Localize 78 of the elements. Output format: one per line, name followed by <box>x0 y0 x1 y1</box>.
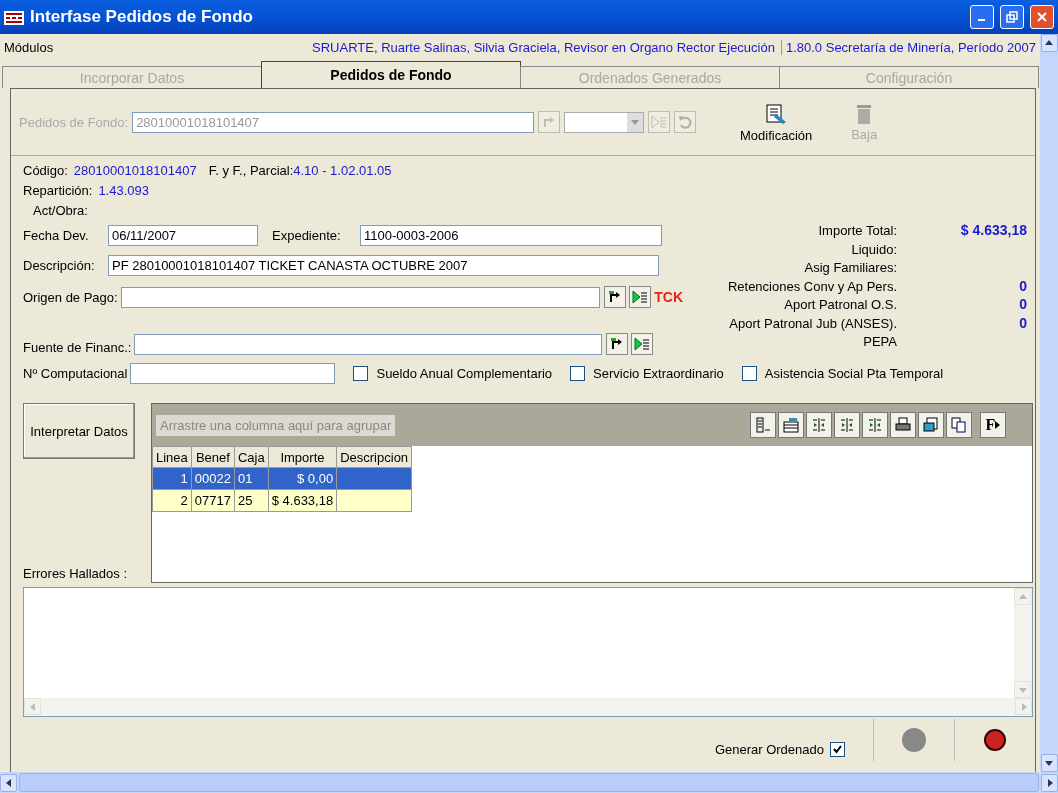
checkbox[interactable] <box>830 742 845 757</box>
origin-tag: TCK <box>654 289 683 305</box>
total-label: Asig Familiares: <box>803 259 897 277</box>
checkbox[interactable] <box>741 365 757 381</box>
column-header[interactable]: Descripcion <box>336 446 412 468</box>
partial-value: 4.10 - 1.02.01.05 <box>293 162 392 178</box>
caret-icon[interactable] <box>995 421 1001 429</box>
interpret-button[interactable]: Interpretar Datos <box>23 403 135 459</box>
checkbox[interactable] <box>353 365 369 381</box>
checkbox[interactable] <box>570 365 586 381</box>
total-value: $ 4.633,18 <box>959 222 1027 240</box>
description-field[interactable]: PF 28010001018101407 TICKET CANASTA OCTUBRE 2007 <box>108 254 659 276</box>
close-button[interactable] <box>1030 5 1054 29</box>
total-label: Aport Patronal Jub (ANSES). <box>728 314 897 332</box>
errors-label: Errores Hallados : <box>23 566 129 583</box>
column-header[interactable]: Importe <box>268 446 337 468</box>
horizontal-scrollbar[interactable] <box>0 772 1058 793</box>
checkbox-label: Generar Ordenado <box>714 742 824 757</box>
scroll-up-icon[interactable] <box>1044 38 1054 48</box>
total-label: Importe Total: <box>817 222 897 240</box>
vertical-scrollbar[interactable] <box>1040 34 1058 772</box>
restore-button[interactable] <box>1000 5 1024 29</box>
minimize-button[interactable] <box>970 5 994 29</box>
checkbox-label: Servicio Extraordinario <box>593 365 724 381</box>
column-split-icon[interactable] <box>862 412 888 438</box>
circle-button-icon[interactable] <box>901 727 927 753</box>
total-label: Retenciones Conv y Ap Pers. <box>726 277 897 295</box>
field-label: Pedidos de Fondo: <box>19 114 129 130</box>
date-field[interactable]: 06/11/2007 <box>108 225 258 246</box>
columns-icon[interactable] <box>750 412 776 438</box>
scroll-down-icon[interactable] <box>1044 758 1054 768</box>
total-value: 0 <box>1018 314 1027 332</box>
total-label: Aport Patronal O.S. <box>783 296 897 314</box>
field-label: Código: <box>23 162 68 178</box>
dropdown[interactable] <box>564 111 645 133</box>
column-header[interactable]: Caja <box>234 446 269 468</box>
department-value: 1.43.093 <box>98 182 149 198</box>
field-label: Fuente de Financ.: <box>23 340 133 355</box>
field-label: Repartición: <box>23 182 93 198</box>
field-label: Origen de Pago: <box>23 289 119 305</box>
total-value: 0 <box>1018 296 1027 314</box>
menu-item[interactable]: Módulos <box>0 39 307 55</box>
column-split-icon[interactable] <box>806 412 832 438</box>
checkbox-label: Asistencia Social Pta Temporal <box>764 365 944 381</box>
version-info: 1.80.0 Secretaría de Minería, Período 2007 <box>784 39 1037 55</box>
stop-button-icon[interactable] <box>983 728 1007 752</box>
app-icon <box>4 9 24 25</box>
file-number-field[interactable]: 1100-0003-2006 <box>360 225 662 246</box>
field-label: Act/Obra: <box>33 202 88 218</box>
user-info: SRUARTE, Ruarte Salinas, Silvia Graciela, Revisor en Organo Rector Ejecución <box>306 39 782 55</box>
field-label: Nº Computacional <box>23 365 129 381</box>
table-row[interactable]: 1 00022 01 $ 0,00 <box>152 467 412 490</box>
restore-icon[interactable] <box>1006 11 1018 23</box>
column-header[interactable]: Linea <box>152 446 192 468</box>
total-label: PEPA <box>862 333 897 351</box>
payment-origin-field[interactable] <box>120 286 601 308</box>
close-icon[interactable] <box>1036 11 1048 23</box>
total-value: 0 <box>1018 277 1027 295</box>
funding-source-field[interactable] <box>134 334 602 355</box>
field-label: Descripción: <box>23 257 96 273</box>
column-split-icon[interactable] <box>834 412 860 438</box>
table-edit-icon[interactable] <box>778 412 804 438</box>
table-row[interactable]: 2 07717 25 $ 4.633,18 <box>152 489 412 512</box>
printer-icon[interactable] <box>890 412 916 438</box>
checkbox-label: Sueldo Anual Complementario <box>376 365 553 381</box>
window-title: Interfase Pedidos de Fondo <box>30 7 254 27</box>
group-hint: Arrastre una columna aquí para agrupar <box>156 414 396 436</box>
print-preview-icon[interactable] <box>918 412 944 438</box>
field-label: F. y F., Parcial: <box>208 162 294 178</box>
field-label: Expediente: <box>272 228 342 243</box>
copy-icon[interactable] <box>946 412 972 438</box>
tab[interactable]: Pedidos de Fondo <box>261 61 521 88</box>
total-label: Liquido: <box>850 240 897 258</box>
column-header[interactable]: Benef <box>191 446 235 468</box>
font-button[interactable]: F <box>980 412 1006 438</box>
field-label: Fecha Dev. <box>23 228 90 243</box>
computational-number-field[interactable] <box>130 362 336 384</box>
code-value: 28010001018101407 <box>73 162 197 178</box>
